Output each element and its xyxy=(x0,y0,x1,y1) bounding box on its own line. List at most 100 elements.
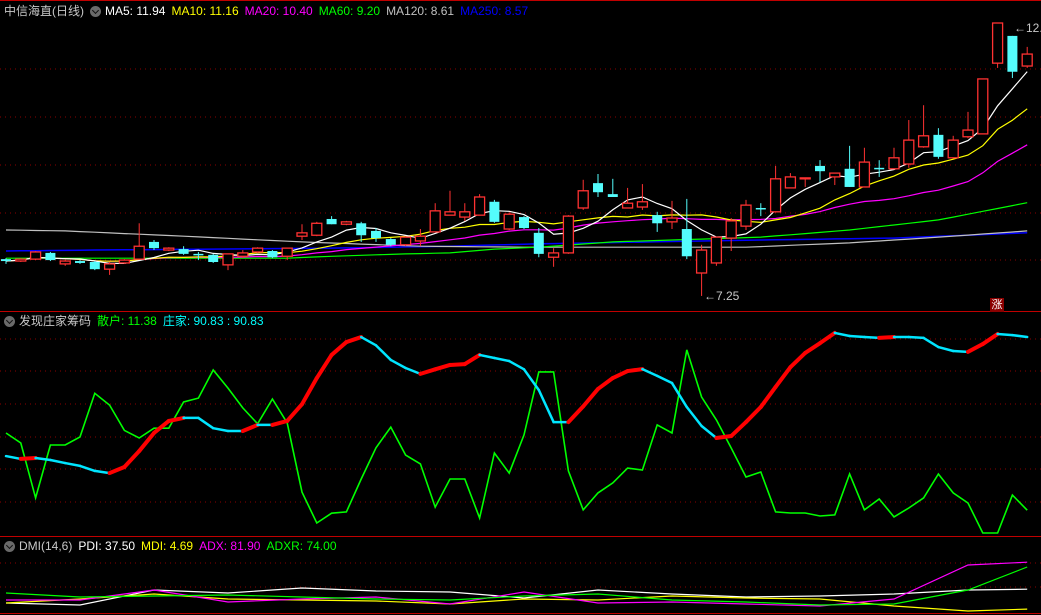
low-price-value: 7.25 xyxy=(716,289,740,303)
dealer-line-segment xyxy=(418,367,438,376)
dealer-line-segment xyxy=(788,350,808,370)
candle-body-down xyxy=(1007,35,1018,72)
dealer-line-segment xyxy=(462,352,482,367)
dealer-line-segment xyxy=(329,340,349,357)
ma250-readout: MA250: 8.57 xyxy=(460,4,529,18)
candle-body-up xyxy=(133,245,145,260)
dealer-line-segment xyxy=(404,366,422,376)
candle-body-up xyxy=(222,253,234,266)
candle-body-down xyxy=(385,239,396,245)
candle-body-up xyxy=(562,215,575,254)
dealer-line-segment xyxy=(818,330,837,346)
candle-body-down xyxy=(149,241,159,249)
candle-body-up xyxy=(118,259,131,264)
ma120-readout: MA120: 8.61 xyxy=(386,4,455,18)
dealer-line-segment xyxy=(359,335,378,347)
dmi-panel-header: DMI(14,6) PDI: 37.50 MDI: 4.69 ADX: 81.9… xyxy=(4,538,343,554)
candle-body-down xyxy=(844,168,855,187)
candle-body-up xyxy=(740,204,752,227)
dealer-line-segment xyxy=(374,344,393,362)
candle-body-up xyxy=(977,78,989,135)
dealer-readout: 庄家: 90.83 : 90.83 xyxy=(162,314,264,328)
candle-body-up xyxy=(799,177,811,180)
candle-body-up xyxy=(296,232,308,237)
candle-body-down xyxy=(371,230,381,239)
candle-body-up xyxy=(29,251,42,260)
candle-body-down xyxy=(681,229,692,257)
dealer-line-segment xyxy=(966,342,985,354)
candle-body-up xyxy=(473,196,486,216)
candle-body-up xyxy=(399,236,412,246)
ma10-readout: MA10: 11.16 xyxy=(171,4,239,18)
dealer-line-segment xyxy=(152,418,171,435)
candle-body-down xyxy=(178,249,189,254)
dealer-line-segment xyxy=(478,353,496,360)
dealer-line-segment xyxy=(937,345,955,353)
dealer-line-segment xyxy=(537,388,555,424)
dealer-line-segment xyxy=(389,358,407,370)
candle-body-up xyxy=(15,258,27,262)
dealer-line-segment xyxy=(344,335,364,345)
candle-body-down xyxy=(607,194,618,197)
dealer-line-segment xyxy=(907,335,925,340)
dealer-line-segment xyxy=(18,456,38,461)
dealer-line-segment xyxy=(758,384,778,410)
chart-canvas[interactable] xyxy=(0,0,1041,615)
candle-body-down xyxy=(489,201,500,222)
chevron-down-icon[interactable] xyxy=(4,540,15,552)
dealer-line-segment xyxy=(433,362,452,372)
candle-body-up xyxy=(636,201,649,208)
chevron-down-icon[interactable] xyxy=(90,5,101,17)
candle-body-down xyxy=(326,218,337,225)
dealer-line-segment xyxy=(655,374,674,385)
dealer-line-segment xyxy=(285,402,304,423)
candle-body-up xyxy=(666,217,678,223)
dealer-line-segment xyxy=(863,335,881,340)
dealer-line-segment xyxy=(93,469,111,475)
dealer-line-segment xyxy=(240,422,260,434)
high-price-value: 12.96 xyxy=(1026,21,1041,35)
candle-body-up xyxy=(547,252,560,258)
main-title: 中信海直(日线) xyxy=(4,4,84,18)
candle-body-down xyxy=(356,223,367,236)
candle-body-down xyxy=(1,259,11,262)
candle-body-up xyxy=(917,135,930,148)
dealer-line-segment xyxy=(729,420,748,439)
dealer-line-segment xyxy=(107,464,127,476)
low-price-label: ←7.25 xyxy=(704,289,740,303)
dealer-line-segment xyxy=(670,381,689,409)
candle-body-down xyxy=(874,167,885,170)
dealer-line-segment xyxy=(951,349,970,354)
dealer-line-segment xyxy=(877,335,896,340)
dealer-line-segment xyxy=(270,418,290,427)
dealer-line-segment xyxy=(4,454,23,461)
candle-body-up xyxy=(991,22,1004,64)
stock-chart-window: 中信海直(日线) MA5: 11.94 MA10: 11.16 MA20: 10… xyxy=(0,0,1041,615)
retail-line xyxy=(5,349,1028,534)
candle-body-up xyxy=(621,202,634,209)
candle-body-up xyxy=(784,176,797,189)
indicator-panel-header: 发现庄家筹码 散户: 11.38 庄家: 90.83 : 90.83 xyxy=(4,313,270,329)
candle-body-down xyxy=(933,134,944,157)
candle-body-up xyxy=(444,211,456,216)
candle-body-up xyxy=(947,139,959,159)
dealer-line-segment xyxy=(566,404,586,425)
high-price-label: ←12.96 xyxy=(1014,21,1041,35)
dealer-line-segment xyxy=(197,416,215,430)
pdi-readout: PDI: 37.50 xyxy=(78,539,136,553)
adx-readout: ADX: 81.90 xyxy=(199,539,261,553)
dealer-line-segment xyxy=(641,367,659,378)
dealer-line-segment xyxy=(714,434,734,440)
candle-body-down xyxy=(45,252,56,261)
candle-body-up xyxy=(163,247,175,251)
candle-body-up xyxy=(888,157,900,170)
adxr-readout: ADXR: 74.00 xyxy=(266,539,337,553)
dealer-line-segment xyxy=(122,449,142,469)
dealer-line-segment xyxy=(314,352,334,381)
candle-body-down xyxy=(519,217,529,229)
candle-body-up xyxy=(1021,53,1033,67)
chevron-down-icon[interactable] xyxy=(4,315,15,327)
candle-body-up xyxy=(251,247,264,253)
candle-body-up xyxy=(962,129,974,138)
candle-body-up xyxy=(695,249,708,274)
